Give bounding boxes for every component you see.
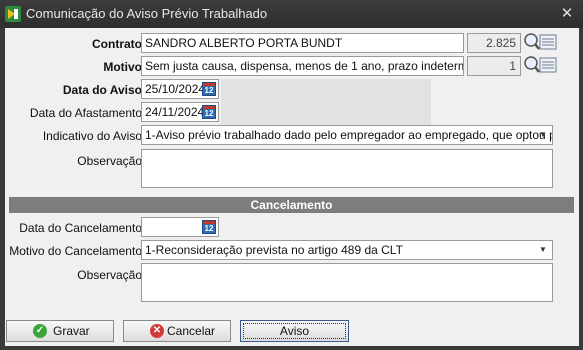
data-afastamento-value: 24/11/2024 (145, 105, 205, 119)
data-aviso-value: 25/10/2024 (145, 82, 206, 96)
data-afastamento-field[interactable]: 24/11/2024 12 (141, 102, 219, 122)
gravar-button[interactable]: ✓ Gravar (6, 320, 114, 342)
date-panel-background (221, 79, 431, 125)
calendar-icon[interactable]: 12 (202, 105, 216, 119)
data-aviso-field[interactable]: 25/10/2024 12 (141, 79, 219, 99)
cancelamento-observacao-label: Observação (77, 268, 142, 282)
close-icon[interactable]: ✕ (557, 4, 577, 24)
form-body: Contrato SANDRO ALBERTO PORTA BUNDT 2.82… (5, 28, 579, 346)
app-logo-icon (5, 6, 21, 22)
contrato-label: Contrato (92, 37, 142, 51)
chevron-down-icon[interactable]: ▼ (536, 241, 550, 259)
cancelar-label: Cancelar (167, 324, 216, 338)
data-aviso-label: Data do Aviso (62, 83, 142, 97)
indicativo-dropdown[interactable]: 1-Aviso prévio trabalhado dado pelo empr… (141, 125, 553, 145)
motivo-lookup-icon[interactable] (522, 55, 558, 75)
aviso-label: Aviso (279, 324, 310, 338)
observacao-label: Observação (77, 154, 142, 168)
data-cancelamento-field[interactable]: 12 (141, 217, 219, 237)
indicativo-value: 1-Aviso prévio trabalhado dado pelo empr… (145, 128, 553, 142)
motivo-cancelamento-value: 1-Reconsideração prevista no artigo 489 … (145, 243, 403, 257)
cancel-icon: ✕ (150, 324, 164, 338)
aviso-button[interactable]: Aviso (240, 320, 349, 342)
motivo-field[interactable]: Sem justa causa, dispensa, menos de 1 an… (141, 56, 464, 76)
check-icon: ✓ (33, 324, 47, 338)
cancelamento-observacao-textarea[interactable] (141, 263, 553, 302)
motivo-cancelamento-label: Motivo do Cancelamento (9, 244, 142, 258)
calendar-icon[interactable]: 12 (202, 220, 216, 234)
dialog-window: Comunicação do Aviso Prévio Trabalhado ✕… (0, 0, 583, 350)
contrato-code-field[interactable]: 2.825 (467, 33, 521, 53)
contrato-lookup-icon[interactable] (522, 32, 558, 52)
data-cancelamento-label: Data do Cancelamento (19, 221, 142, 235)
motivo-code-field[interactable]: 1 (467, 56, 521, 76)
chevron-down-icon[interactable]: ▼ (536, 126, 550, 144)
gravar-label: Gravar (53, 324, 90, 338)
motivo-label: Motivo (103, 60, 142, 74)
indicativo-label: Indicativo do Aviso (42, 129, 142, 143)
cancelar-button[interactable]: ✕ Cancelar (123, 320, 231, 342)
cancelamento-section-header: Cancelamento (9, 197, 574, 213)
data-afastamento-label: Data do Afastamento (29, 106, 142, 120)
calendar-icon[interactable]: 12 (202, 82, 216, 96)
title-bar: Comunicação do Aviso Prévio Trabalhado ✕ (0, 0, 583, 28)
contrato-field[interactable]: SANDRO ALBERTO PORTA BUNDT (141, 33, 464, 53)
observacao-textarea[interactable] (141, 149, 553, 188)
motivo-cancelamento-dropdown[interactable]: 1-Reconsideração prevista no artigo 489 … (141, 240, 553, 260)
window-title: Comunicação do Aviso Prévio Trabalhado (26, 6, 268, 21)
